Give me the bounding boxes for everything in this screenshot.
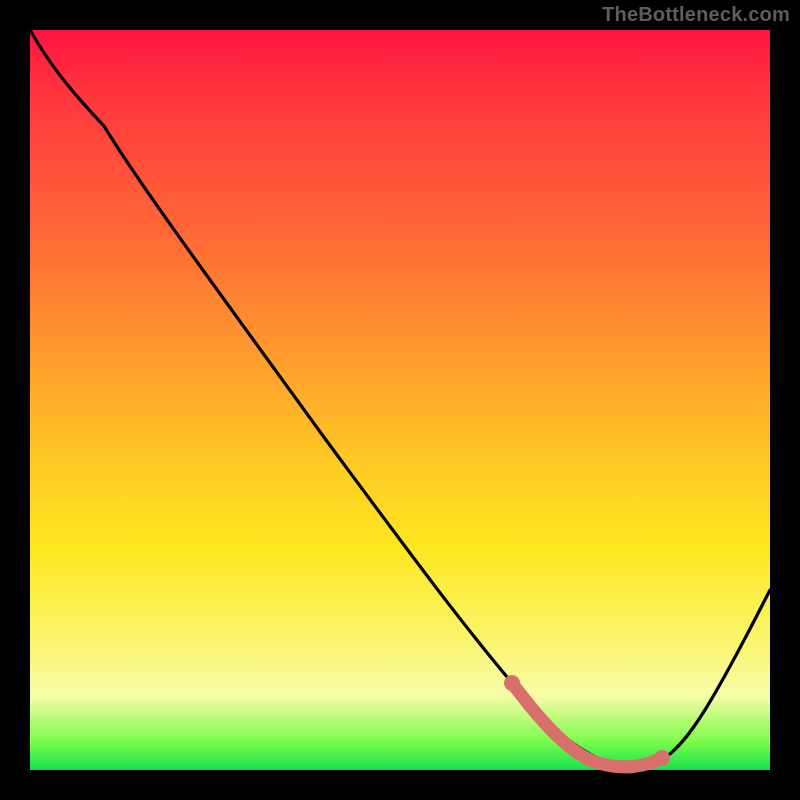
chart-frame: TheBottleneck.com bbox=[0, 0, 800, 800]
optimal-start-dot bbox=[504, 675, 520, 691]
plot-area bbox=[30, 30, 770, 770]
bottleneck-curve bbox=[30, 30, 770, 766]
watermark-text: TheBottleneck.com bbox=[602, 4, 790, 27]
optimal-end-dot bbox=[654, 750, 670, 766]
optimal-region bbox=[512, 683, 662, 767]
curve-svg bbox=[30, 30, 770, 770]
